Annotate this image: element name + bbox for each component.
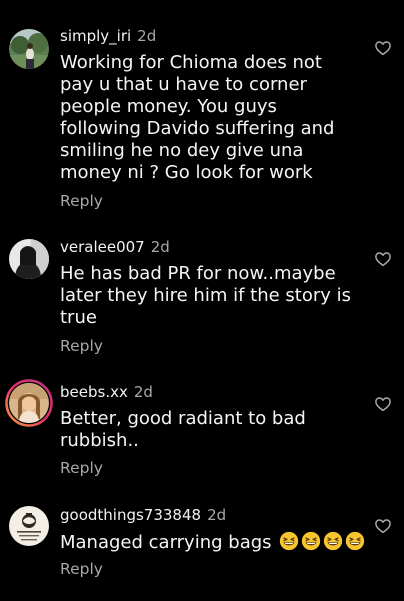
username[interactable]: goodthings733848 <box>60 506 201 524</box>
avatar[interactable] <box>9 506 49 546</box>
comment-meta: goodthings733848 2d <box>60 505 226 525</box>
comment-item: veralee007 2d He has bad PR for now..mayb… <box>0 237 404 367</box>
username[interactable]: beebs.xx <box>60 383 128 401</box>
comment-meta: simply_iri 2d <box>60 26 156 46</box>
comment-text: Better, good radiant to bad rubbish.. <box>60 408 306 451</box>
comment-item: simply_iri 2d Working for Chioma does not… <box>0 26 404 216</box>
reply-button[interactable]: Reply <box>60 336 103 356</box>
profile-photo-logo-icon <box>9 506 49 546</box>
timestamp: 2d <box>207 506 227 524</box>
timestamp: 2d <box>137 27 157 45</box>
profile-photo-story-ring-icon <box>9 383 49 423</box>
comment-text-row: Managed carrying bags <box>60 531 365 554</box>
reply-button[interactable]: Reply <box>60 191 103 211</box>
comment-text: Working for Chioma does not pay u that u… <box>60 52 335 183</box>
timestamp: 2d <box>133 383 153 401</box>
reply-button[interactable]: Reply <box>60 559 103 579</box>
emoji-group <box>277 531 365 553</box>
profile-photo-person-icon <box>9 239 49 279</box>
grinning-squinting-face-emoji-icon <box>302 531 321 551</box>
avatar[interactable] <box>9 383 49 423</box>
heart-outline-icon[interactable] <box>374 250 392 268</box>
comment-item: goodthings733848 2d Managed carrying bags… <box>0 505 404 585</box>
avatar[interactable] <box>9 29 49 69</box>
profile-photo-greenery-icon <box>9 29 49 69</box>
heart-outline-icon[interactable] <box>374 395 392 413</box>
grinning-squinting-face-emoji-icon <box>324 531 343 551</box>
timestamp: 2d <box>150 238 170 256</box>
comment-text: He has bad PR for now..maybe later they … <box>60 263 351 328</box>
username[interactable]: veralee007 <box>60 238 145 256</box>
comment-meta: veralee007 2d <box>60 237 170 257</box>
grinning-squinting-face-emoji-icon <box>346 531 365 551</box>
reply-button[interactable]: Reply <box>60 458 103 478</box>
heart-outline-icon[interactable] <box>374 517 392 535</box>
comment-meta: beebs.xx 2d <box>60 382 153 402</box>
avatar[interactable] <box>9 239 49 279</box>
heart-outline-icon[interactable] <box>374 39 392 57</box>
comment-text: Managed carrying bags <box>60 532 272 553</box>
comment-item: beebs.xx 2d Better, good radiant to bad r… <box>0 379 404 482</box>
grinning-squinting-face-emoji-icon <box>280 531 299 551</box>
username[interactable]: simply_iri <box>60 27 131 45</box>
